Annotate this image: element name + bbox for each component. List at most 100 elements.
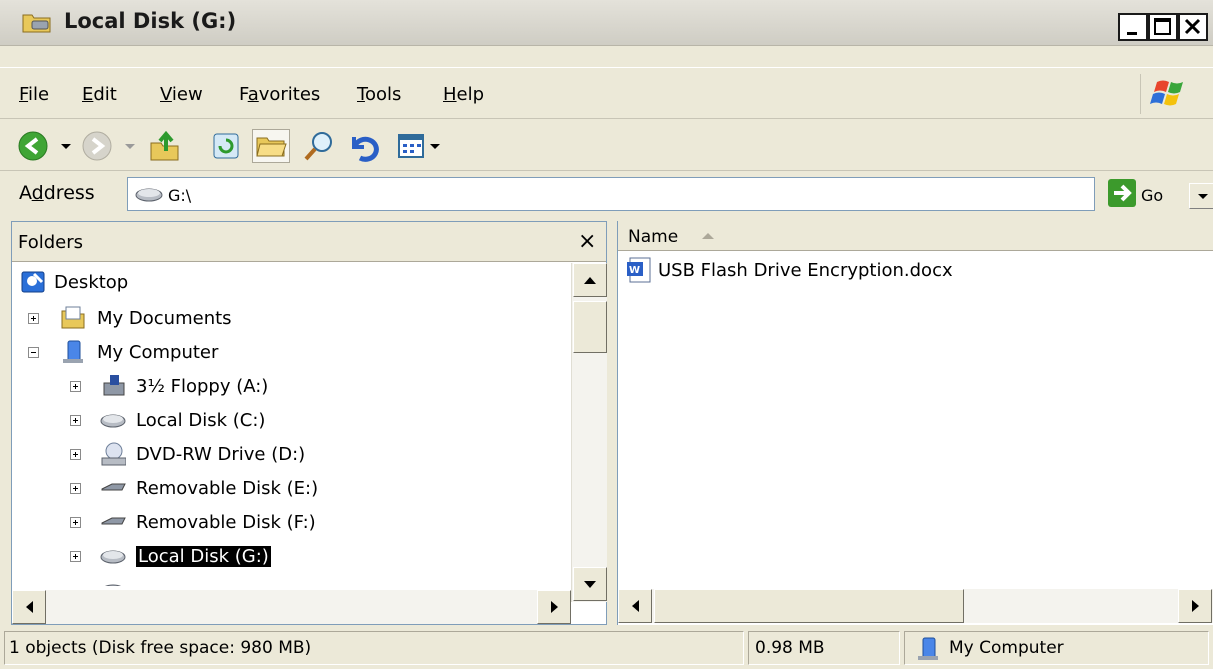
tree-item-removable-f[interactable]: Removable Disk (F:) xyxy=(12,506,567,538)
status-objects: 1 objects (Disk free space: 980 MB) xyxy=(4,631,744,665)
tree-item-local-disk-c[interactable]: Local Disk (C:) xyxy=(12,404,567,436)
tree-item-desktop[interactable]: Desktop xyxy=(12,266,567,298)
dvd-icon xyxy=(101,442,126,466)
desktop-icon xyxy=(21,271,45,293)
address-input[interactable]: G:\ xyxy=(127,177,1213,211)
column-header-name[interactable]: Name xyxy=(618,221,1213,251)
folders-header: Folders × xyxy=(12,222,606,262)
floppy-icon xyxy=(103,375,125,396)
expand-icon[interactable] xyxy=(70,415,81,426)
computer-icon xyxy=(63,340,83,363)
menu-help[interactable]: Help xyxy=(443,84,484,105)
refresh-icon[interactable] xyxy=(211,129,241,163)
folder-open-icon xyxy=(256,137,287,157)
menu-favorites[interactable]: Favorites xyxy=(239,84,320,105)
menu-edit[interactable]: Edit xyxy=(82,84,117,105)
forward-icon[interactable] xyxy=(80,129,114,163)
network-drive-icon xyxy=(104,584,122,586)
scroll-right-button[interactable] xyxy=(1178,589,1212,623)
maximize-icon xyxy=(1154,18,1171,35)
folder-drive-icon xyxy=(22,14,51,33)
files-horizontal-scrollbar[interactable] xyxy=(618,589,1213,623)
svg-text:W: W xyxy=(629,265,640,276)
address-label: Address xyxy=(19,182,95,204)
arrow-up-icon xyxy=(584,277,596,284)
arrow-left-icon xyxy=(26,601,33,613)
forward-dropdown-icon[interactable] xyxy=(122,129,138,163)
windows-flag-icon xyxy=(1150,80,1183,106)
expand-icon[interactable] xyxy=(70,483,81,494)
status-zone: My Computer xyxy=(904,631,1209,665)
expand-icon[interactable] xyxy=(28,313,39,324)
close-icon xyxy=(1184,18,1201,35)
folders-pane: Folders × Desktop My Documents My Comput… xyxy=(11,221,607,625)
standard-toolbar xyxy=(0,121,1213,171)
folders-toggle-button[interactable] xyxy=(252,129,290,163)
expand-icon[interactable] xyxy=(70,551,81,562)
word-document-icon: W xyxy=(627,257,651,283)
scroll-down-button[interactable] xyxy=(573,567,607,601)
minimize-button[interactable] xyxy=(1118,13,1148,41)
expand-icon[interactable] xyxy=(70,449,81,460)
go-arrow-icon xyxy=(1114,184,1132,202)
close-button[interactable] xyxy=(1178,13,1208,41)
expand-icon[interactable] xyxy=(70,381,81,392)
views-icon[interactable] xyxy=(397,129,427,163)
tree-item-partial xyxy=(12,574,567,586)
removable-disk-icon xyxy=(101,517,126,525)
arrow-down-icon xyxy=(584,581,596,588)
scroll-thumb[interactable] xyxy=(654,589,964,623)
menu-file[interactable]: File xyxy=(19,84,49,105)
scroll-left-button[interactable] xyxy=(12,590,46,624)
go-button[interactable] xyxy=(1108,179,1136,207)
tree-item-my-documents[interactable]: My Documents xyxy=(12,302,567,334)
close-folders-icon[interactable]: × xyxy=(578,229,596,254)
tree-item-removable-e[interactable]: Removable Disk (E:) xyxy=(12,472,567,504)
address-dropdown-button[interactable] xyxy=(1189,183,1213,209)
folders-horizontal-scrollbar[interactable] xyxy=(12,590,571,624)
arrow-left-icon xyxy=(632,600,639,612)
tree-item-my-computer[interactable]: My Computer xyxy=(12,336,567,368)
minimize-icon xyxy=(1127,32,1137,35)
back-dropdown-icon[interactable] xyxy=(58,129,74,163)
maximize-button[interactable] xyxy=(1148,13,1178,41)
address-bar: Address G:\ Go xyxy=(0,172,1213,216)
title-bar[interactable]: Local Disk (G:) xyxy=(0,0,1213,46)
status-size: 0.98 MB xyxy=(748,631,900,665)
scroll-right-button[interactable] xyxy=(537,590,571,624)
arrow-right-icon xyxy=(1192,600,1199,612)
harddisk-icon xyxy=(100,550,126,564)
removable-disk-icon xyxy=(101,483,126,491)
folders-vertical-scrollbar[interactable] xyxy=(571,263,607,602)
file-list-pane: Name W USB Flash Drive Encryption.docx xyxy=(617,221,1213,625)
scroll-left-button[interactable] xyxy=(618,589,652,623)
explorer-window: Local Disk (G:) File Edit View Favorites… xyxy=(0,0,1213,669)
menu-bar: File Edit View Favorites Tools Help xyxy=(0,67,1213,119)
folders-title: Folders xyxy=(18,232,84,253)
harddisk-icon xyxy=(100,414,126,428)
tree-item-dvd-d[interactable]: DVD-RW Drive (D:) xyxy=(12,438,567,470)
status-bar: 1 objects (Disk free space: 980 MB) 0.98… xyxy=(0,629,1213,669)
scroll-thumb[interactable] xyxy=(573,301,607,353)
undo-icon[interactable] xyxy=(346,129,380,163)
chevron-down-icon xyxy=(1198,194,1208,199)
scroll-up-button[interactable] xyxy=(573,263,607,297)
computer-icon xyxy=(918,637,938,660)
go-label[interactable]: Go xyxy=(1141,186,1163,205)
tree-item-floppy-a[interactable]: 3½ Floppy (A:) xyxy=(12,370,567,402)
collapse-icon[interactable] xyxy=(28,347,39,358)
up-folder-icon[interactable] xyxy=(148,129,182,163)
windows-logo xyxy=(1140,74,1198,114)
search-icon[interactable] xyxy=(302,129,336,163)
menu-tools[interactable]: Tools xyxy=(357,84,401,105)
views-dropdown-icon[interactable] xyxy=(429,129,441,163)
address-value: G:\ xyxy=(168,186,192,205)
back-icon[interactable] xyxy=(16,129,50,163)
harddisk-icon xyxy=(135,188,163,202)
column-name-label: Name xyxy=(628,227,679,247)
tree-item-local-disk-g[interactable]: Local Disk (G:) xyxy=(12,540,567,572)
window-title: Local Disk (G:) xyxy=(64,9,237,33)
expand-icon[interactable] xyxy=(70,517,81,528)
arrow-right-icon xyxy=(551,601,558,613)
menu-view[interactable]: View xyxy=(160,84,203,105)
